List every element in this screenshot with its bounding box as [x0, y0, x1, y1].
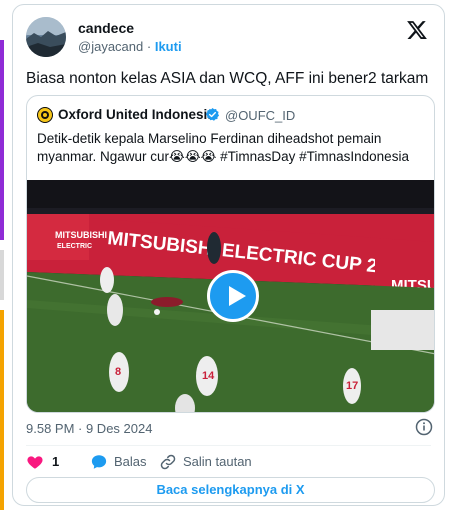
- video-thumbnail[interactable]: MITSUBISHI ELECTRIC MITSUBISHI ELECTRIC …: [27, 180, 434, 412]
- avatar[interactable]: [26, 17, 66, 57]
- author-meta: @jayacand · Ikuti: [78, 39, 182, 54]
- verified-badge-icon: [205, 107, 220, 122]
- reply-label: Balas: [114, 454, 147, 469]
- like-count: 1: [52, 454, 60, 469]
- link-icon: [160, 454, 176, 470]
- tweet-timestamp[interactable]: 9.58 PM · 9 Des 2024: [26, 421, 152, 436]
- meta-separator: ·: [146, 39, 152, 54]
- page-left-edge: [0, 0, 6, 510]
- tweet-header: candece @jayacand · Ikuti: [26, 17, 432, 57]
- copy-link-label: Salin tautan: [183, 454, 252, 469]
- read-more-button[interactable]: Baca selengkapnya di X: [26, 477, 435, 503]
- quoted-avatar[interactable]: [37, 107, 53, 123]
- quoted-tweet-text: Detik-detik kepala Marselino Ferdinan di…: [37, 131, 409, 164]
- play-icon: [229, 286, 246, 306]
- speech-bubble-icon: [91, 455, 107, 469]
- action-divider: [26, 445, 431, 446]
- left-accent-purple: [0, 40, 4, 240]
- follow-button[interactable]: Ikuti: [155, 39, 182, 54]
- x-logo-icon[interactable]: [406, 19, 428, 41]
- info-icon[interactable]: [414, 417, 434, 437]
- jersey-number-3: 17: [346, 380, 358, 392]
- play-button[interactable]: [207, 270, 259, 322]
- jersey-number-1: 8: [115, 366, 121, 378]
- jersey-number-2: 14: [202, 370, 215, 382]
- quoted-display-name[interactable]: Oxford United Indonesia: [58, 107, 215, 122]
- left-accent-grey: [0, 250, 4, 300]
- tweet-text: Biasa nonton kelas ASIA dan WCQ, AFF ini…: [26, 70, 429, 87]
- quoted-tweet[interactable]: Oxford United Indonesia @OUFC_ID Detik-d…: [26, 95, 435, 413]
- ad-board-left: MITSUBISHI: [55, 230, 107, 240]
- left-accent-orange: [0, 310, 4, 510]
- tweet-embed-card: candece @jayacand · Ikuti Biasa nonton k…: [12, 4, 445, 506]
- ad-board-left-sub: ELECTRIC: [57, 243, 92, 250]
- heart-icon: [27, 456, 43, 469]
- author-handle[interactable]: @jayacand: [78, 39, 143, 54]
- quoted-handle[interactable]: @OUFC_ID: [225, 108, 295, 123]
- author-display-name[interactable]: candece: [78, 20, 134, 36]
